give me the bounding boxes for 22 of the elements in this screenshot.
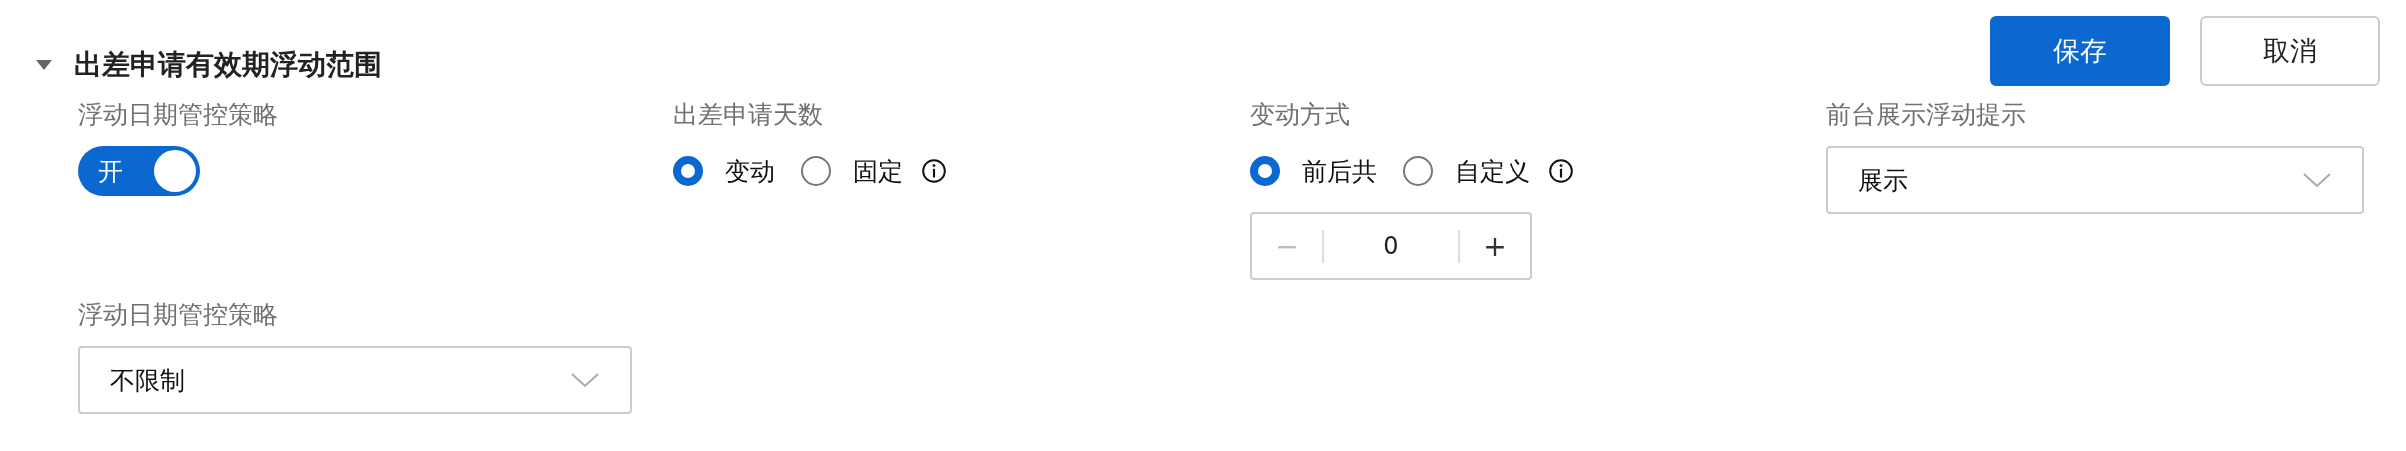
stepper-value: 0 [1382, 232, 1400, 260]
section-title: 出差申请有效期浮动范围 [74, 47, 382, 83]
radio-option[interactable]: 变动 [673, 154, 775, 188]
select-dropdown[interactable]: 展示 [1826, 146, 2364, 214]
radio-option[interactable]: 前后共 [1250, 154, 1377, 188]
increment-button[interactable]: + [1458, 229, 1530, 263]
info-icon[interactable] [921, 158, 947, 184]
field-label: 浮动日期管控策略 [78, 99, 279, 131]
toggle-switch[interactable]: 开 [78, 146, 200, 196]
save-button[interactable]: 保存 [1990, 16, 2170, 86]
field-label: 出差申请天数 [673, 99, 824, 131]
chevron-down-icon [570, 372, 600, 388]
select-dropdown[interactable]: 不限制 [78, 346, 632, 414]
cancel-button[interactable]: 取消 [2200, 16, 2380, 86]
number-stepper[interactable]: − 0 + [1250, 212, 1532, 280]
radio-option[interactable]: 自定义 [1403, 154, 1530, 188]
radio-option[interactable]: 固定 [801, 154, 903, 188]
info-icon[interactable] [1548, 158, 1574, 184]
field-label: 浮动日期管控策略 [78, 299, 279, 331]
field-label: 前台展示浮动提示 [1826, 99, 2027, 131]
field-label: 变动方式 [1250, 99, 1351, 131]
chevron-down-icon [2302, 172, 2332, 188]
